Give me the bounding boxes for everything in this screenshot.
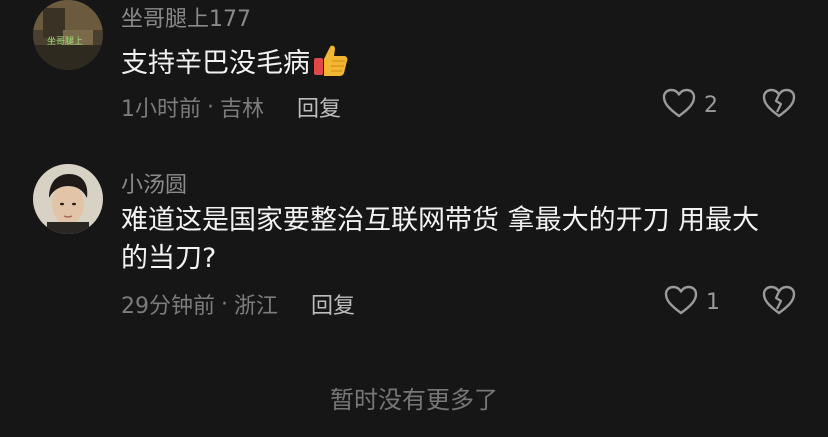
broken-heart-icon — [762, 285, 796, 319]
dislike-button[interactable] — [762, 285, 796, 319]
like-count: 1 — [706, 289, 720, 315]
reply-button[interactable]: 回复 — [297, 91, 341, 123]
meta-separator: · — [221, 291, 228, 317]
svg-text:坐哥腿上: 坐哥腿上 — [47, 36, 83, 47]
comment-text: 支持辛巴没毛病 — [121, 42, 791, 89]
avatar[interactable]: 坐哥腿上 — [33, 0, 103, 70]
comment-username[interactable]: 小汤圆 — [121, 167, 187, 199]
like-count: 2 — [704, 92, 718, 118]
comment-location: 浙江 — [234, 294, 279, 319]
comment-location: 吉林 — [220, 97, 265, 122]
meta-separator: · — [207, 94, 214, 120]
comment-text-content: 支持辛巴没毛病 — [121, 48, 310, 79]
comment-meta: 1小时前 · 吉林 回复 — [121, 91, 341, 123]
comment-meta: 29分钟前 · 浙江 回复 — [121, 288, 355, 320]
like-button[interactable]: 1 — [664, 285, 720, 319]
comment-text: 难道这是国家要整治互联网带货 拿最大的开刀 用最大的当刀? — [121, 205, 760, 274]
no-more-comments-text: 暂时没有更多了 — [330, 386, 498, 414]
dislike-button[interactable] — [762, 88, 796, 122]
comment-time: 1小时前 — [121, 97, 201, 122]
avatar[interactable] — [33, 164, 103, 234]
like-button[interactable]: 2 — [662, 88, 718, 122]
reply-button[interactable]: 回复 — [311, 288, 355, 320]
broken-heart-icon — [762, 88, 796, 122]
thumbs-up-icon — [312, 42, 348, 89]
heart-icon — [664, 285, 698, 319]
comment-username[interactable]: 坐哥腿上177 — [121, 1, 251, 33]
heart-icon — [662, 88, 696, 122]
comment-time: 29分钟前 — [121, 294, 215, 319]
